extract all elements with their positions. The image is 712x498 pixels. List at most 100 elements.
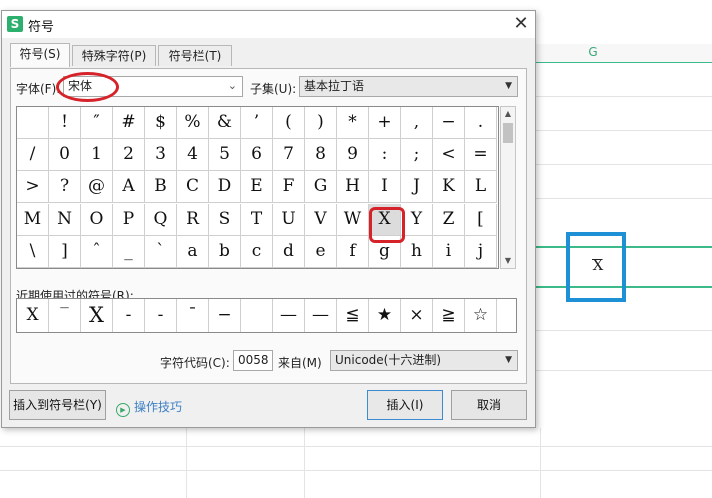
recent-symbol-cell[interactable]: ≧ xyxy=(433,299,465,332)
symbol-cell[interactable]: @ xyxy=(81,171,113,204)
cancel-button[interactable]: 取消 xyxy=(451,390,527,420)
symbol-cell[interactable]: j xyxy=(465,235,497,268)
symbol-cell[interactable]: L xyxy=(465,171,497,204)
symbol-cell[interactable]: T xyxy=(241,203,273,236)
symbol-cell[interactable]: e xyxy=(305,235,337,268)
char-code-input[interactable]: 0058 xyxy=(233,350,273,371)
symbol-cell[interactable]: c xyxy=(241,235,273,268)
symbol-cell[interactable]: % xyxy=(177,107,209,139)
symbol-cell[interactable]: > xyxy=(17,171,49,204)
symbol-cell[interactable]: a xyxy=(177,235,209,268)
symbol-cell[interactable]: G xyxy=(305,171,337,204)
symbol-cell[interactable]: + xyxy=(369,107,401,139)
recent-symbol-cell[interactable]: ‾ xyxy=(49,299,81,332)
recent-symbol-cell[interactable]: — xyxy=(273,299,305,332)
symbol-cell[interactable]: [ xyxy=(465,203,497,236)
insert-to-symbol-bar-button[interactable]: 插入到符号栏(Y) xyxy=(9,390,106,420)
symbol-cell[interactable]: ˋ xyxy=(145,235,177,268)
symbol-cell[interactable]: i xyxy=(433,235,465,268)
symbol-cell[interactable]: F xyxy=(273,171,305,204)
symbol-cell[interactable]: 2 xyxy=(113,139,145,172)
recent-symbol-cell[interactable]: — xyxy=(305,299,337,332)
symbol-cell[interactable]: = xyxy=(465,139,497,172)
symbol-cell[interactable]: J xyxy=(401,171,433,204)
symbol-cell[interactable]: A xyxy=(113,171,145,204)
symbol-cell[interactable]: . xyxy=(465,107,497,139)
symbol-cell[interactable]: 6 xyxy=(241,139,273,172)
symbol-cell[interactable]: ! xyxy=(49,107,81,139)
symbol-cell[interactable]: 0 xyxy=(49,139,81,172)
symbol-cell[interactable]: < xyxy=(433,139,465,172)
symbol-cell[interactable]: 7 xyxy=(273,139,305,172)
symbol-cell[interactable]: O xyxy=(81,203,113,236)
recent-symbol-cell[interactable] xyxy=(241,299,273,332)
close-button[interactable]: ✕ xyxy=(510,14,532,36)
symbol-cell[interactable]: D xyxy=(209,171,241,204)
recent-symbol-cell[interactable]: ≦ xyxy=(337,299,369,332)
symbol-cell[interactable]: ″ xyxy=(81,107,113,139)
tab-special-chars[interactable]: 特殊字符(P) xyxy=(72,45,156,66)
symbol-cell[interactable]: * xyxy=(337,107,369,139)
tab-symbol-bar[interactable]: 符号栏(T) xyxy=(158,45,232,66)
symbol-cell[interactable]: − xyxy=(433,107,465,139)
column-header-g[interactable]: G xyxy=(536,44,712,63)
symbol-cell[interactable]: 1 xyxy=(81,139,113,172)
recent-symbol-cell[interactable]: - xyxy=(145,299,177,332)
tab-symbols[interactable]: 符号(S) xyxy=(10,43,70,67)
symbol-cell[interactable]: M xyxy=(17,203,49,236)
insert-button[interactable]: 插入(I) xyxy=(367,390,443,420)
symbol-cell[interactable]: Q xyxy=(145,203,177,236)
symbol-cell[interactable]: 4 xyxy=(177,139,209,172)
symbol-cell[interactable]: b xyxy=(209,235,241,268)
symbol-grid-scrollbar[interactable]: ▲ ▼ xyxy=(500,106,516,269)
symbol-cell[interactable]: P xyxy=(113,203,145,236)
subset-select[interactable]: 基本拉丁语 ▼ xyxy=(299,76,518,97)
symbol-cell[interactable]: d xyxy=(273,235,305,268)
symbol-cell[interactable]: W xyxy=(337,203,369,236)
dialog-titlebar[interactable]: S 符号 ✕ xyxy=(2,11,535,38)
symbol-cell[interactable]: & xyxy=(209,107,241,139)
symbol-cell[interactable]: C xyxy=(177,171,209,204)
symbol-cell[interactable]: # xyxy=(113,107,145,139)
symbol-cell[interactable]: ) xyxy=(305,107,337,139)
symbol-cell[interactable]: 9 xyxy=(337,139,369,172)
symbol-cell[interactable]: I xyxy=(369,171,401,204)
recent-symbol-cell[interactable]: ☆ xyxy=(465,299,497,332)
tips-link[interactable]: ▶ 操作技巧 xyxy=(116,398,182,417)
recent-symbol-cell[interactable]: × xyxy=(401,299,433,332)
scroll-down-icon[interactable]: ▼ xyxy=(501,254,515,268)
recent-symbol-cell[interactable]: ★ xyxy=(369,299,401,332)
symbol-cell[interactable]: h xyxy=(401,235,433,268)
symbol-cell[interactable]: H xyxy=(337,171,369,204)
symbol-cell[interactable]: f xyxy=(337,235,369,268)
symbol-cell[interactable]: V xyxy=(305,203,337,236)
symbol-cell[interactable]: ? xyxy=(49,171,81,204)
encoding-select[interactable]: Unicode(十六进制) ▼ xyxy=(330,350,518,371)
symbol-cell[interactable]: : xyxy=(369,139,401,172)
recent-symbol-cell[interactable]: X xyxy=(17,299,49,332)
symbol-cell[interactable]: / xyxy=(17,139,49,172)
symbol-cell[interactable]: $ xyxy=(145,107,177,139)
symbol-cell[interactable]: ( xyxy=(273,107,305,139)
symbol-cell[interactable]: ; xyxy=(401,139,433,172)
symbol-cell[interactable]: N xyxy=(49,203,81,236)
symbol-cell[interactable]: _ xyxy=(113,235,145,268)
symbol-cell[interactable]: ’ xyxy=(241,107,273,139)
symbol-cell[interactable]: ˆ xyxy=(81,235,113,268)
recent-symbol-cell[interactable]: X xyxy=(81,299,113,332)
scroll-up-icon[interactable]: ▲ xyxy=(501,107,515,121)
symbol-cell[interactable]: ] xyxy=(49,235,81,268)
symbol-cell[interactable]: 5 xyxy=(209,139,241,172)
symbol-cell[interactable]: K xyxy=(433,171,465,204)
symbol-cell[interactable]: B xyxy=(145,171,177,204)
symbol-cell[interactable]: , xyxy=(401,107,433,139)
recent-symbol-cell[interactable]: - xyxy=(113,299,145,332)
symbol-cell[interactable]: Z xyxy=(433,203,465,236)
symbol-cell[interactable]: 8 xyxy=(305,139,337,172)
symbol-cell[interactable]: 3 xyxy=(145,139,177,172)
recent-symbol-cell[interactable]: − xyxy=(209,299,241,332)
symbol-cell[interactable]: \ xyxy=(17,235,49,268)
symbol-cell[interactable]: U xyxy=(273,203,305,236)
symbol-cell[interactable]: R xyxy=(177,203,209,236)
symbol-cell[interactable]: E xyxy=(241,171,273,204)
